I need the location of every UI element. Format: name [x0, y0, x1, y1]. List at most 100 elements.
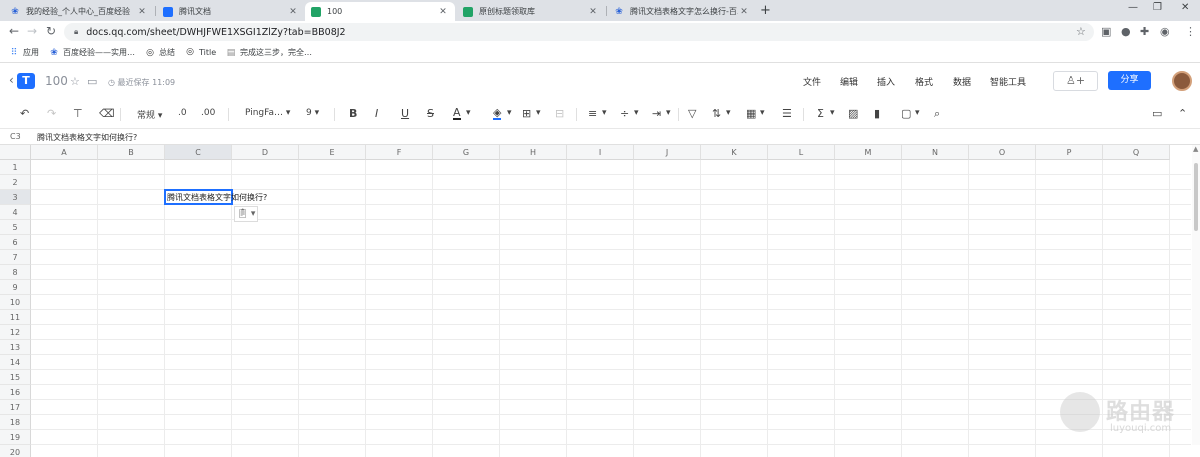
close-icon[interactable]: ✕ [287, 7, 299, 17]
filter-icon[interactable]: ▽ [688, 107, 696, 120]
column-header-b[interactable]: B [98, 145, 165, 160]
row-header-11[interactable]: 11 [0, 310, 31, 325]
bookmark-item[interactable]: ⠿ 应用 [9, 47, 39, 58]
chevron-down-icon[interactable]: ▾ [915, 108, 920, 118]
underline-icon[interactable]: U [401, 107, 409, 120]
row-header-19[interactable]: 19 [0, 430, 31, 445]
chevron-down-icon[interactable]: ▾ [666, 108, 671, 118]
back-arrow-icon[interactable]: ← [9, 24, 19, 38]
row-header-6[interactable]: 6 [0, 235, 31, 250]
column-header-h[interactable]: H [500, 145, 567, 160]
image-icon[interactable]: ▨ [848, 107, 858, 120]
maximize-icon[interactable]: ❐ [1153, 2, 1162, 13]
find-icon[interactable]: ⌕ [934, 107, 940, 121]
browser-tab[interactable]: ❀ 腾讯文档表格文字怎么换行-百… ✕ [608, 2, 756, 21]
row-header-16[interactable]: 16 [0, 385, 31, 400]
font-size-select[interactable]: 9 ▾ [306, 108, 319, 118]
reload-icon[interactable]: ↻ [46, 24, 56, 38]
formula-input[interactable]: 腾讯文档表格文字如何换行? [37, 132, 137, 143]
back-chevron-icon[interactable]: ‹ [9, 73, 14, 87]
avatar[interactable] [1172, 71, 1192, 91]
freeze-icon[interactable]: ☰ [782, 107, 792, 120]
row-header-12[interactable]: 12 [0, 325, 31, 340]
clear-format-icon[interactable]: ⌫ [99, 107, 115, 120]
browser-tab[interactable]: 腾讯文档 ✕ [157, 2, 305, 21]
paste-options-button[interactable]: 📋︎ ▾ [234, 206, 258, 222]
row-header-5[interactable]: 5 [0, 220, 31, 235]
close-icon[interactable]: ✕ [136, 7, 148, 17]
tencent-docs-logo-icon[interactable]: T [17, 73, 35, 89]
row-header-4[interactable]: 4 [0, 205, 31, 220]
scroll-up-arrow-icon[interactable]: ▲ [1193, 145, 1198, 153]
row-header-18[interactable]: 18 [0, 415, 31, 430]
sum-icon[interactable]: Σ [817, 107, 824, 120]
bookmark-item[interactable]: ❀ 百度经验——实用… [49, 47, 135, 58]
browser-tab[interactable]: 原创标题领取库 ✕ [457, 2, 605, 21]
border-icon[interactable]: ⊞ [522, 107, 531, 120]
extension-icon[interactable]: ▣ [1101, 25, 1111, 38]
decrease-decimal-button[interactable]: .0 [178, 108, 187, 118]
menu-file[interactable]: 文件 [803, 75, 821, 88]
text-wrap-icon[interactable]: ⇥ [652, 107, 661, 120]
row-header-9[interactable]: 9 [0, 280, 31, 295]
row-header-13[interactable]: 13 [0, 340, 31, 355]
scrollbar-thumb[interactable] [1194, 163, 1198, 231]
comment-panel-icon[interactable]: ▭ [1152, 107, 1162, 120]
column-header-k[interactable]: K [701, 145, 768, 160]
column-header-e[interactable]: E [299, 145, 366, 160]
column-header-c[interactable]: C [165, 145, 232, 160]
forward-arrow-icon[interactable]: → [27, 24, 37, 38]
close-window-icon[interactable]: ✕ [1181, 2, 1189, 13]
chevron-down-icon[interactable]: ▾ [602, 108, 607, 118]
collapse-toolbar-icon[interactable]: ⌃ [1178, 107, 1187, 120]
add-collaborator-button[interactable]: ♙+ [1053, 71, 1098, 91]
chevron-down-icon[interactable]: ▾ [760, 108, 765, 118]
minimize-icon[interactable]: — [1128, 2, 1138, 13]
row-header-14[interactable]: 14 [0, 355, 31, 370]
conditional-format-icon[interactable]: ▦ [746, 107, 756, 120]
column-header-o[interactable]: O [969, 145, 1036, 160]
star-icon[interactable]: ☆ [70, 75, 80, 88]
format-painter-icon[interactable]: ⊤ [73, 107, 83, 120]
chevron-down-icon[interactable]: ▾ [726, 108, 731, 118]
undo-icon[interactable]: ↶ [20, 107, 29, 120]
row-header-3[interactable]: 3 [0, 190, 31, 205]
menu-data[interactable]: 数据 [953, 75, 971, 88]
extension-icon[interactable]: ● [1121, 25, 1131, 38]
chart-icon[interactable]: ▮ [874, 107, 880, 120]
profile-icon[interactable]: ◉ [1160, 25, 1170, 38]
folder-icon[interactable]: ▭ [87, 75, 97, 88]
chevron-down-icon[interactable]: ▾ [634, 108, 639, 118]
font-family-select[interactable]: PingFa… ▾ [245, 108, 290, 118]
bookmark-item[interactable]: ◎ Title [185, 47, 216, 57]
row-header-7[interactable]: 7 [0, 250, 31, 265]
vertical-align-icon[interactable]: ÷ [620, 107, 629, 120]
column-header-i[interactable]: I [567, 145, 634, 160]
more-vert-icon[interactable]: ⋮ [1185, 25, 1196, 38]
chevron-down-icon[interactable]: ▾ [466, 108, 471, 118]
bold-icon[interactable]: B [349, 107, 357, 120]
row-header-2[interactable]: 2 [0, 175, 31, 190]
column-header-g[interactable]: G [433, 145, 500, 160]
share-button[interactable]: 分享 [1108, 71, 1151, 90]
close-icon[interactable]: ✕ [738, 7, 750, 17]
row-header-8[interactable]: 8 [0, 265, 31, 280]
horizontal-align-icon[interactable]: ≡ [588, 107, 597, 120]
browser-tab-active[interactable]: 100 ✕ [305, 2, 455, 21]
column-header-m[interactable]: M [835, 145, 902, 160]
strikethrough-icon[interactable]: S [427, 107, 434, 120]
row-header-17[interactable]: 17 [0, 400, 31, 415]
number-format-select[interactable]: 常规 ▾ [137, 108, 162, 121]
close-icon[interactable]: ✕ [587, 7, 599, 17]
column-header-d[interactable]: D [232, 145, 299, 160]
browser-tab[interactable]: ❀ 我的经验_个人中心_百度经验 ✕ [4, 2, 154, 21]
star-icon[interactable]: ☆ [1076, 25, 1086, 38]
chevron-down-icon[interactable]: ▾ [830, 108, 835, 118]
fill-color-icon[interactable]: ◈ [493, 107, 502, 120]
italic-icon[interactable]: I [375, 107, 378, 120]
column-header-p[interactable]: P [1036, 145, 1103, 160]
bookmark-item[interactable]: ◎ 总结 [145, 47, 175, 58]
comment-icon[interactable]: ▢ [901, 107, 911, 120]
column-header-n[interactable]: N [902, 145, 969, 160]
increase-decimal-button[interactable]: .00 [201, 108, 215, 118]
